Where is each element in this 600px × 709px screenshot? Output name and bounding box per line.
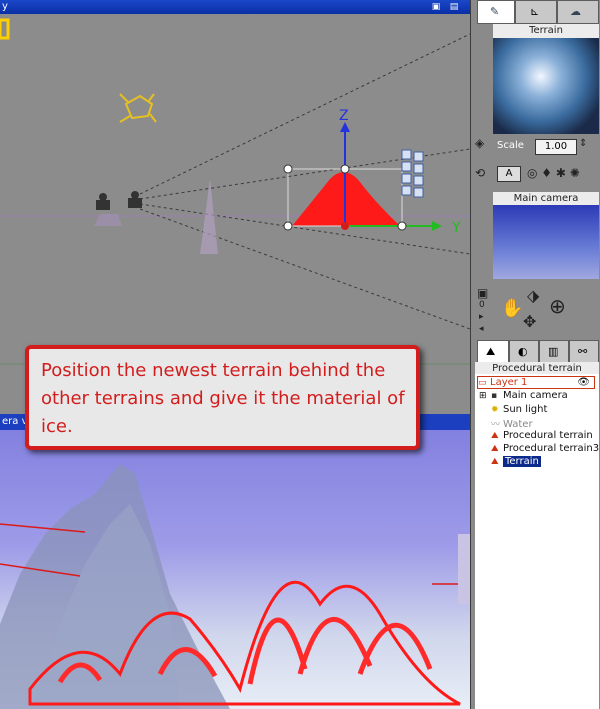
ice-material-preview[interactable] — [493, 38, 599, 134]
material-section-title: Terrain — [493, 24, 599, 38]
tree-item-procedural-terrain3[interactable]: ⛰ Procedural terrain3 — [491, 443, 599, 454]
origin-point[interactable] — [341, 222, 349, 230]
scroll-strip[interactable] — [458, 534, 470, 604]
water-node-icon: 〰 — [491, 420, 501, 430]
tab-render[interactable]: ▥ — [539, 340, 569, 364]
view-a-button[interactable]: A — [497, 166, 521, 182]
terrain-node-icon: ⛰ — [491, 457, 499, 467]
tree-item-layer[interactable]: ▭ Layer 1 👁 — [477, 376, 595, 389]
visibility-eye-icon[interactable]: 👁 — [577, 377, 590, 388]
selection-marker — [0, 18, 10, 40]
camera-rotate-icon[interactable]: ⊕ — [549, 294, 566, 318]
viewport-title: y — [2, 1, 8, 12]
maximize-icon[interactable]: ▣ — [430, 1, 442, 13]
material-mode-icons[interactable]: ◎ ♦ ✱ ✺ — [527, 166, 580, 180]
save-icon[interactable]: ▣ — [477, 286, 488, 300]
z-axis-label: Z — [339, 108, 349, 124]
viewport-title-bar: y ▣ ▤ — [0, 0, 470, 14]
tab-atmosphere[interactable]: ☁ — [557, 0, 599, 24]
play-back-icon[interactable]: ◂ — [479, 324, 484, 334]
pan-hand-icon[interactable]: ✋ — [501, 298, 523, 319]
camera-icon[interactable] — [96, 191, 142, 210]
handle-br[interactable] — [397, 221, 407, 231]
play-forward-icon[interactable]: ▸ — [479, 312, 484, 322]
tree-item-terrain[interactable]: ⛰ Terrain — [491, 456, 541, 467]
camera-3d-viewport[interactable] — [0, 414, 470, 709]
render-icon[interactable]: ◈ — [475, 136, 484, 150]
sun-node-icon: ✹ — [491, 405, 499, 415]
refresh-icon[interactable]: ⟲ — [475, 166, 485, 180]
camera-move-icon[interactable]: ✥ — [523, 312, 536, 331]
tab-objects[interactable]: ⛰ — [477, 340, 509, 364]
tree-item-water[interactable]: 〰 Water — [491, 417, 533, 430]
tab-links[interactable]: ⚯ — [569, 340, 599, 364]
tab-terrain-editor[interactable]: ⊾ — [515, 0, 557, 24]
camera-preview[interactable] — [493, 205, 599, 279]
camera-dolly-icon[interactable]: ⬗ — [527, 286, 539, 305]
expand-icon[interactable]: ⊞ — [479, 391, 491, 401]
handle-tc[interactable] — [340, 164, 350, 174]
tree-item-procedural-terrain[interactable]: ⛰ Procedural terrain — [491, 430, 593, 441]
tree-item-main-camera[interactable]: ⊞ ▪ Main camera — [479, 390, 568, 401]
instruction-callout: Position the newest terrain behind the o… — [25, 345, 420, 450]
menu-icon[interactable]: ▤ — [448, 1, 460, 13]
right-panel: ✎ ⊾ ☁ Terrain ◈ ⟲ Scale 1.00 ⇕ A ◎ ♦ ✱ ✺… — [470, 0, 600, 709]
camera-node-icon: ▪ — [491, 391, 498, 401]
object-toolbar[interactable] — [401, 149, 424, 198]
scale-label: Scale — [497, 140, 524, 151]
instruction-text: Position the newest terrain behind the o… — [41, 360, 405, 437]
tree-item-sun-light[interactable]: ✹ Sun light — [491, 404, 547, 415]
scale-stepper[interactable]: ⇕ — [579, 138, 587, 149]
tab-materials[interactable]: ◐ — [509, 340, 539, 364]
camera-view-title: era v — [2, 416, 28, 427]
handle-tl[interactable] — [283, 164, 293, 174]
camera-counter: 0 — [479, 300, 485, 310]
terrain-node-icon: ⛰ — [491, 431, 499, 441]
layer-icon: ▭ — [478, 378, 487, 388]
terrain-node-icon: ⛰ — [491, 444, 499, 454]
tab-material[interactable]: ✎ — [477, 0, 515, 24]
camera-section-title: Main camera — [493, 192, 599, 206]
handle-bl[interactable] — [283, 221, 293, 231]
sun-light-icon[interactable] — [119, 93, 157, 123]
scale-input[interactable]: 1.00 — [535, 139, 577, 155]
camera-view-scene — [0, 464, 470, 709]
x-axis-label: Y — [451, 220, 461, 236]
object-tree: ▭ Layer 1 👁 ⊞ ▪ Main camera ✹ Sun light 〰 Wate… — [475, 374, 599, 709]
